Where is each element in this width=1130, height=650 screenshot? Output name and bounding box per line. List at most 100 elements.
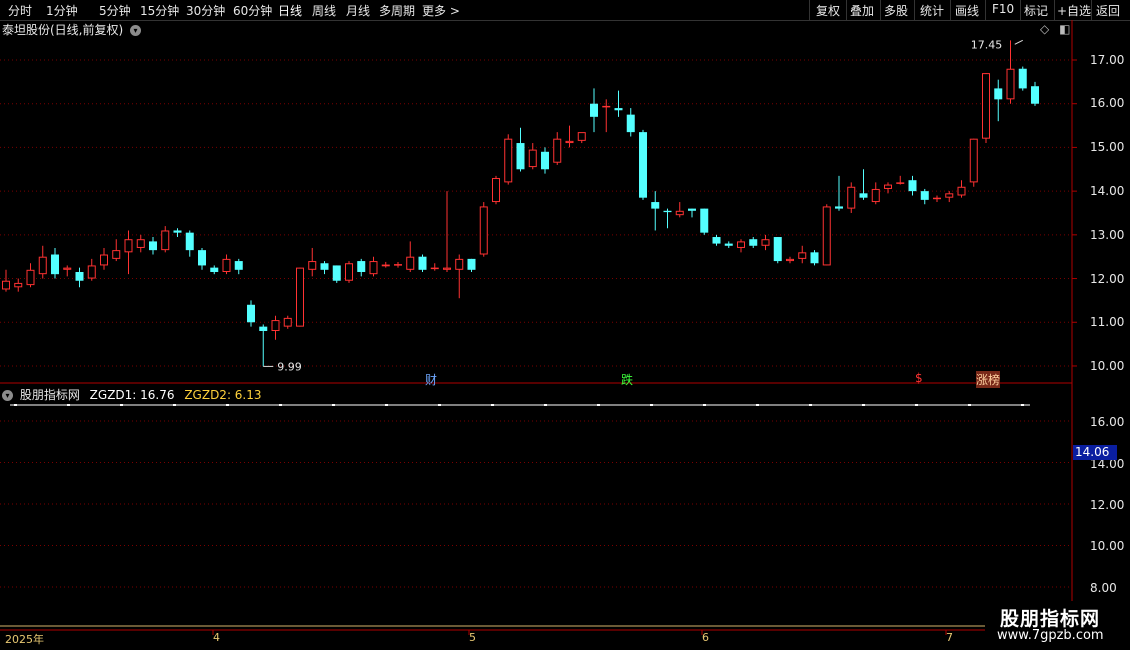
candle-body <box>945 193 954 198</box>
candle-body <box>198 250 206 266</box>
candle-body <box>271 320 280 332</box>
zgzd1-dot <box>968 404 971 406</box>
candle-body <box>1031 86 1039 104</box>
candle-body <box>38 256 47 275</box>
candle-body <box>173 230 182 233</box>
zgzd1-dot <box>438 404 441 406</box>
candle-body <box>700 208 709 233</box>
candle-body <box>651 202 660 209</box>
candle-body <box>737 241 745 248</box>
event-marker-dollar[interactable]: $ <box>915 371 923 385</box>
candle-body <box>859 193 868 198</box>
candle-body <box>455 258 464 270</box>
candle-body <box>957 186 966 196</box>
candle-body <box>394 264 402 266</box>
zgzd1-dot <box>809 404 812 406</box>
candle-body <box>14 282 23 288</box>
candle-body <box>896 182 905 184</box>
zgzd1-dot <box>332 404 335 406</box>
price-axis-label: 11.00 <box>1090 315 1125 329</box>
zgzd1-dot <box>120 404 123 406</box>
candle-body <box>381 264 390 267</box>
candle-body <box>63 267 72 270</box>
candle-body <box>467 258 476 270</box>
candle-body <box>749 239 758 246</box>
date-axis-label: 2025年 <box>5 633 44 646</box>
candle-body <box>357 261 366 272</box>
candle-body <box>871 188 880 203</box>
candle-body <box>639 132 647 198</box>
candle-body <box>810 252 819 264</box>
date-axis-label: 5 <box>469 631 476 644</box>
indicator-name: 股朋指标网 <box>19 388 80 402</box>
indicator-header: ▾ 股朋指标网 ZGZD1: 16.76 ZGZD2: 6.13 <box>2 386 262 403</box>
candle-body <box>234 261 243 270</box>
candle-body <box>87 265 96 279</box>
zgzd1-dot <box>491 404 494 406</box>
candle-body <box>210 267 219 272</box>
candle-body <box>933 197 941 200</box>
candle-body <box>1006 68 1015 100</box>
indicator-axis-label: 16.00 <box>1090 415 1125 429</box>
candle-body <box>994 88 1003 100</box>
price-axis-label: 16.00 <box>1090 96 1125 110</box>
candle-body <box>161 230 170 251</box>
indicator-axis-label: 12.00 <box>1090 498 1125 512</box>
candle-body <box>185 232 194 251</box>
candle-body <box>565 140 574 144</box>
watermark-title: 股朋指标网 <box>1000 608 1101 630</box>
candle-body <box>920 191 929 200</box>
zgzd1-dot <box>703 404 706 406</box>
indicator-zgzd2: ZGZD2: 6.13 <box>184 388 262 402</box>
candle-body <box>712 237 721 244</box>
candle-body <box>308 261 317 270</box>
candle-body <box>124 239 133 253</box>
candle-body <box>479 206 488 255</box>
date-axis-label: 6 <box>702 631 709 644</box>
date-axis-label: 7 <box>946 631 953 644</box>
zgzd1-dot <box>915 404 918 406</box>
candle-body <box>283 317 292 327</box>
candle-body <box>626 114 635 133</box>
candle-body <box>100 254 108 266</box>
price-axis-label: 15.00 <box>1090 140 1125 154</box>
candle-body <box>516 143 525 170</box>
event-marker-finance[interactable]: 财 <box>425 371 437 388</box>
candle-body <box>259 326 268 332</box>
candle-body <box>430 267 439 270</box>
low-price-label: 9.99 <box>277 360 302 373</box>
chevron-down-icon[interactable]: ▾ <box>2 390 13 401</box>
indicator-axis-label: 8.00 <box>1090 581 1117 595</box>
candle-body <box>761 239 770 246</box>
candle-body <box>26 269 35 286</box>
candle-body <box>798 252 807 259</box>
zgzd1-dot <box>385 404 388 406</box>
candle-body <box>75 271 84 281</box>
candle-body <box>884 184 892 189</box>
event-marker-rise-list[interactable]: 涨榜 <box>976 371 1001 388</box>
zgzd1-dot <box>14 404 17 406</box>
candle-body <box>51 254 59 275</box>
price-axis-label: 13.00 <box>1090 228 1125 242</box>
event-marker-drop[interactable]: 跌 <box>621 371 633 388</box>
candle-body <box>222 258 231 272</box>
candle-body <box>247 304 255 323</box>
zgzd1-dot <box>597 404 600 406</box>
zgzd1-dot <box>650 404 653 406</box>
zgzd1-dot <box>862 404 865 406</box>
candle-body <box>786 258 794 262</box>
candle-body <box>724 243 733 246</box>
candle-body <box>492 178 500 203</box>
kline-chart[interactable]: 17.45 9.99 <box>0 0 1130 650</box>
zgzd1-dot <box>173 404 176 406</box>
zgzd1-dot <box>279 404 282 406</box>
zgzd1-dot <box>67 404 70 406</box>
candle-body <box>847 186 856 209</box>
candle-body <box>908 180 917 192</box>
date-axis-label: 4 <box>213 631 220 644</box>
candle-body <box>541 151 549 170</box>
candle-body <box>835 206 843 209</box>
indicator-axis-label: 10.00 <box>1090 539 1125 553</box>
zgzd1-dot <box>756 404 759 406</box>
candle-body <box>504 138 513 183</box>
